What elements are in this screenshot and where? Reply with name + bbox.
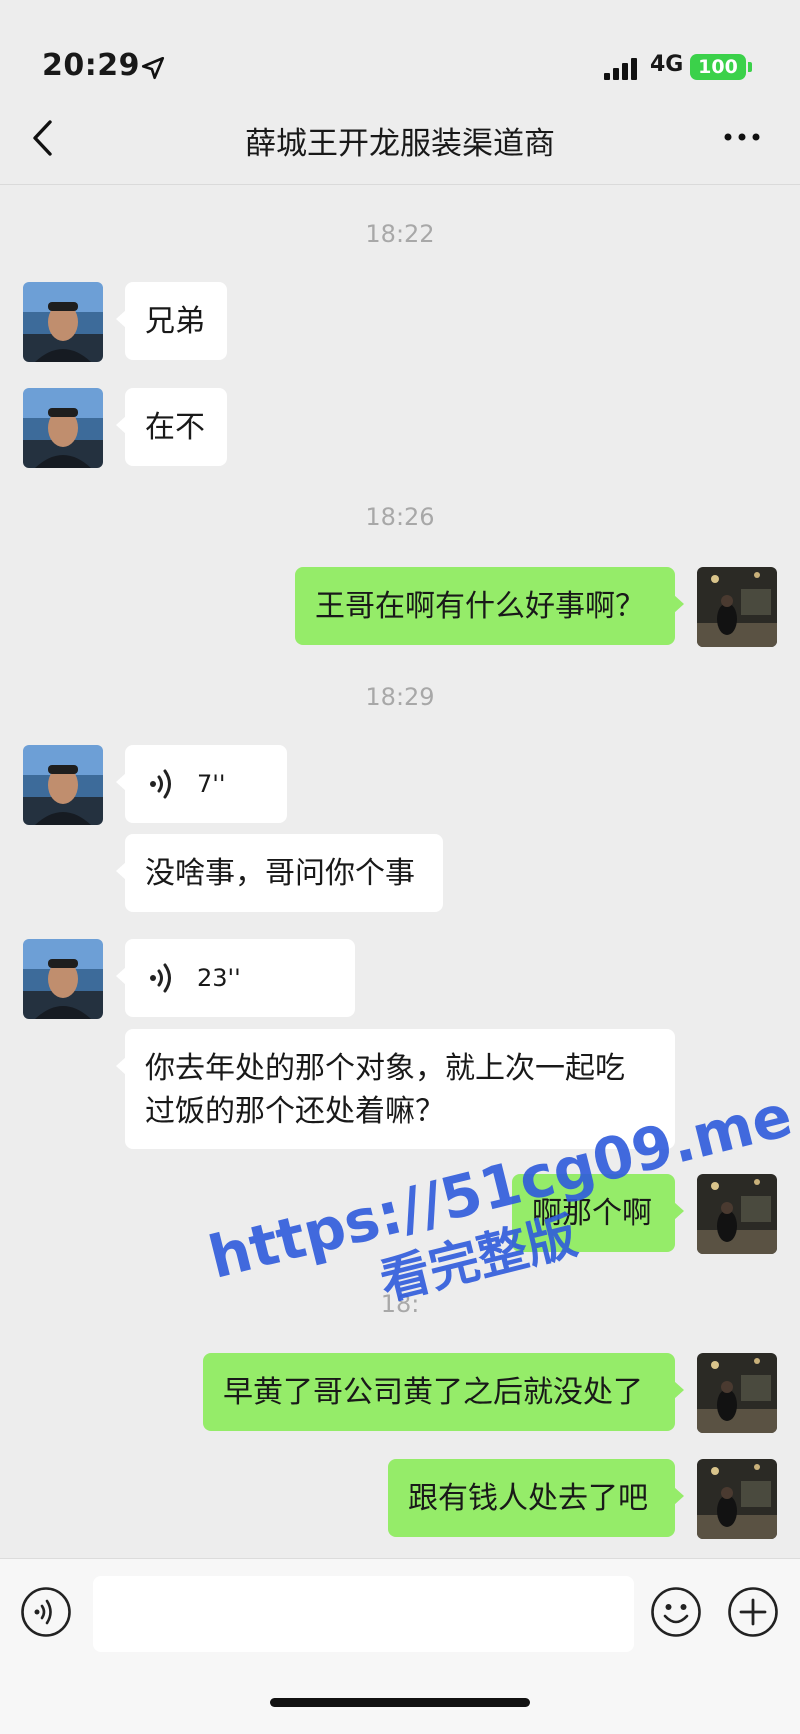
voice-wave-icon <box>150 769 171 799</box>
smiley-icon[interactable] <box>650 1586 702 1638</box>
timestamp: 18: <box>380 1290 420 1318</box>
timestamp: 18:22 <box>365 220 435 248</box>
message-bubble-received[interactable]: 在不 <box>116 388 227 466</box>
message-bubble-received[interactable]: 没啥事，哥问你个事 <box>116 834 443 912</box>
message-text: 跟有钱人处去了吧 <box>408 1480 648 1516</box>
voice-message-bubble[interactable]: 7'' <box>116 745 287 823</box>
voice-message-bubble[interactable]: 23'' <box>116 939 355 1017</box>
signal-icon <box>604 58 637 80</box>
self-avatar[interactable] <box>697 1353 777 1433</box>
message-bubble-sent[interactable]: 跟有钱人处去了吧 <box>388 1459 684 1537</box>
contact-avatar[interactable] <box>23 939 103 1019</box>
message-text-line: 你去年处的那个对象，就上次一起吃 <box>145 1051 625 1086</box>
message-text: 在不 <box>145 409 205 445</box>
message-text: 早黄了哥公司黄了之后就没处了 <box>223 1374 643 1410</box>
more-dots-icon[interactable] <box>722 126 762 148</box>
self-avatar[interactable] <box>697 567 777 647</box>
home-indicator <box>270 1698 530 1707</box>
self-avatar[interactable] <box>697 1459 777 1539</box>
battery-level: 100 <box>698 56 738 78</box>
contact-avatar[interactable] <box>23 745 103 825</box>
message-bubble-received[interactable]: 兄弟 <box>116 282 227 360</box>
voice-wave-icon <box>150 963 171 993</box>
message-bubble-received[interactable]: 你去年处的那个对象，就上次一起吃 过饭的那个还处着嘛？ <box>116 1029 675 1149</box>
location-arrow-icon <box>141 56 165 80</box>
voice-duration: 23'' <box>197 963 241 992</box>
message-text-line: 过饭的那个还处着嘛？ <box>145 1094 445 1129</box>
message-bubble-sent[interactable]: 王哥在啊有什么好事啊？ <box>295 567 684 645</box>
self-avatar[interactable] <box>697 1174 777 1254</box>
status-time: 20:29 <box>42 48 140 83</box>
message-text: 王哥在啊有什么好事啊？ <box>315 588 645 624</box>
message-text: 兄弟 <box>145 303 205 339</box>
voice-input-icon[interactable] <box>20 1586 72 1638</box>
status-bar: 20:29 4G 100 <box>0 0 800 100</box>
network-type: 4G <box>650 52 684 77</box>
voice-duration: 7'' <box>197 769 226 798</box>
message-bubble-sent[interactable]: 早黄了哥公司黄了之后就没处了 <box>203 1353 684 1431</box>
battery-indicator: 100 <box>690 54 746 80</box>
message-text: 啊那个啊 <box>532 1195 652 1231</box>
chat-title: 薛城王开龙服装渠道商 <box>245 126 555 162</box>
battery-tip <box>748 62 752 72</box>
message-bubble-sent[interactable]: 啊那个啊 <box>512 1174 684 1252</box>
message-text: 没啥事，哥问你个事 <box>145 855 415 891</box>
contact-avatar[interactable] <box>23 388 103 468</box>
plus-circle-icon[interactable] <box>727 1586 779 1638</box>
timestamp: 18:29 <box>365 683 435 711</box>
contact-avatar[interactable] <box>23 282 103 362</box>
message-input[interactable] <box>93 1576 634 1652</box>
timestamp: 18:26 <box>365 503 435 531</box>
